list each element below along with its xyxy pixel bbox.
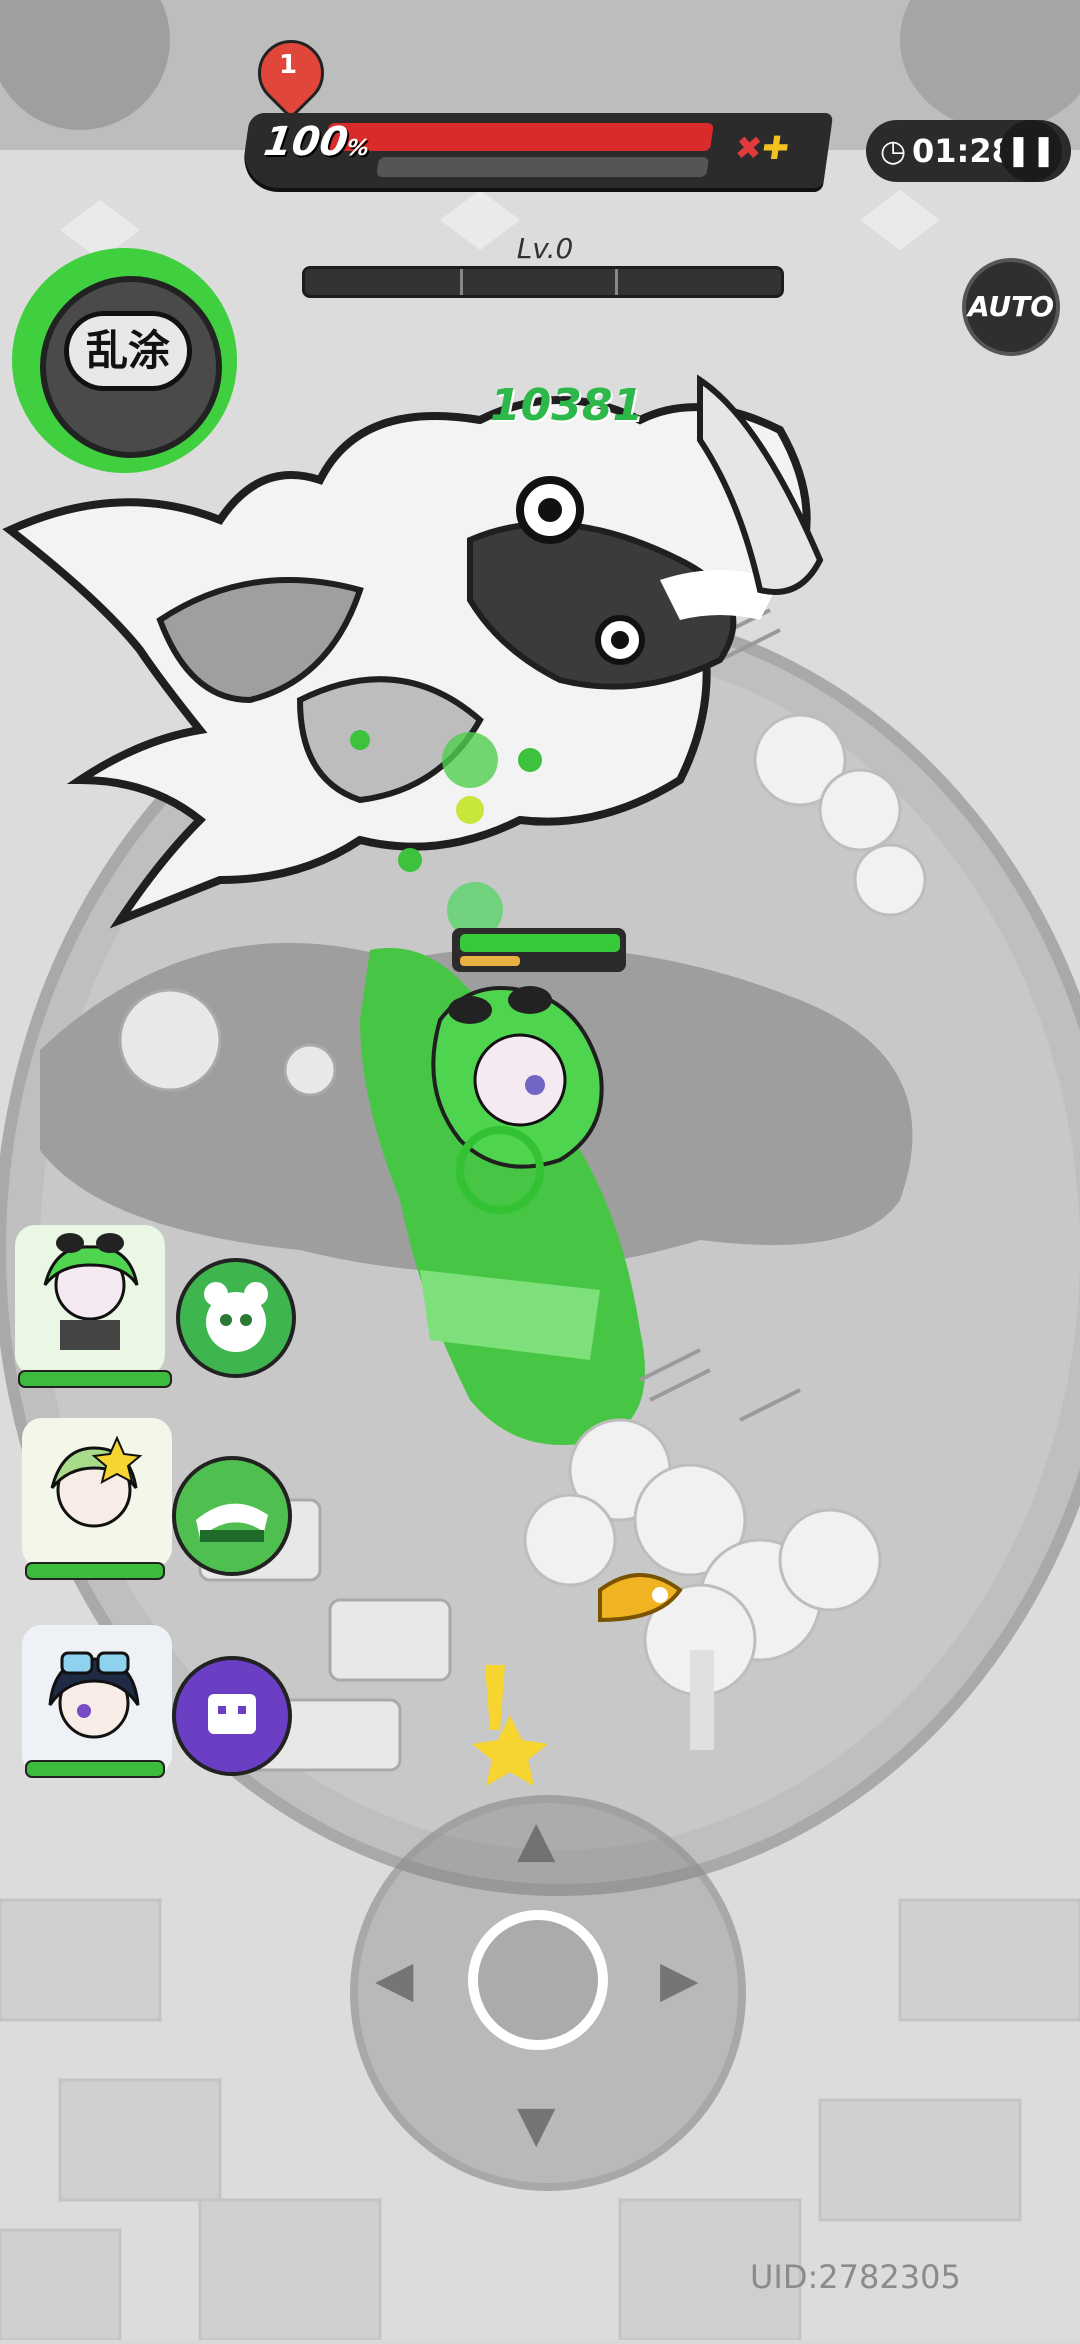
joystick-knob[interactable] — [468, 1910, 608, 2050]
ultimate-skill-button[interactable]: 乱涂 — [12, 248, 237, 473]
level-label: Lv.0 — [516, 232, 574, 265]
exp-bar-divider — [615, 269, 618, 295]
joystick-right-arrow-icon: ▶ — [660, 1950, 699, 2008]
boss-hp-percent-value: 100 — [260, 119, 351, 165]
boss-hp-percent: 100% — [261, 119, 373, 165]
joystick-up-arrow-icon: ▲ — [517, 1810, 556, 1868]
uid-label: UID:2782305 — [750, 2258, 961, 2296]
skill-label: 乱涂 — [64, 311, 192, 391]
panda-icon — [204, 1282, 268, 1352]
auto-button[interactable]: AUTO — [962, 258, 1060, 356]
joystick-down-arrow-icon: ▼ — [517, 2095, 556, 2153]
exp-bar — [302, 266, 784, 298]
lives-count: 1 — [278, 50, 298, 80]
boss-status-icons: ✖✚ — [733, 129, 792, 167]
boss-shield-track — [376, 157, 710, 177]
star-hat-character-icon — [50, 1435, 143, 1528]
party-member-2-skill-button[interactable] — [172, 1456, 292, 1576]
sweep-icon — [196, 1503, 268, 1542]
yellow-cross-icon: ✚ — [759, 129, 792, 167]
robot-icon — [208, 1694, 256, 1734]
green-hair-character-icon — [43, 1233, 139, 1350]
party-member-3-hp — [25, 1760, 165, 1778]
battle-scene: 1 100% ✖✚ ◷ 01:28 ❚❚ Lv.0 AUTO 乱涂 10381 — [0, 0, 1080, 2342]
boss-hp-fill — [324, 123, 714, 151]
boss-hp-percent-unit: % — [345, 136, 371, 161]
party-member-2-hp — [25, 1562, 165, 1580]
damage-number: 10381 — [490, 380, 644, 431]
boss-hp-bar: 100% ✖✚ — [239, 113, 834, 188]
goggles-character-icon — [48, 1651, 140, 1739]
joystick-left-arrow-icon: ◀ — [375, 1950, 414, 2008]
clock-icon: ◷ — [880, 134, 907, 169]
pause-button[interactable]: ❚❚ — [1000, 120, 1062, 182]
timer-text: 01:28 — [912, 132, 1014, 170]
party-member-2-portrait[interactable] — [22, 1418, 172, 1568]
party-member-3-portrait[interactable] — [22, 1625, 172, 1775]
party-member-1-hp — [18, 1370, 172, 1388]
exp-bar-divider — [460, 269, 463, 295]
party-member-1-skill-button[interactable] — [176, 1258, 296, 1378]
party-member-1-portrait[interactable] — [15, 1225, 165, 1375]
party-member-3-skill-button[interactable] — [172, 1656, 292, 1776]
